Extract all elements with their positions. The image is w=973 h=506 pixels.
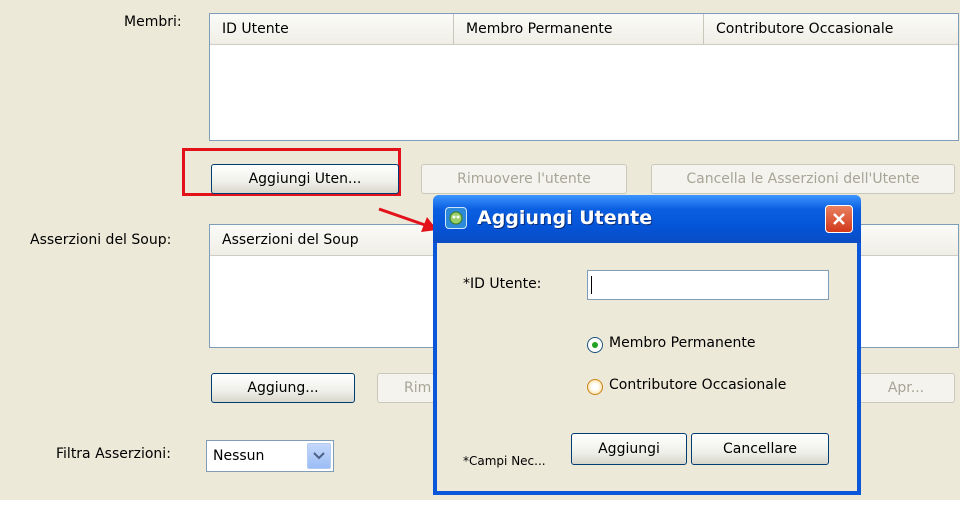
add-assertion-button[interactable]: Aggiung...	[211, 373, 355, 403]
radio-permanent-member-label[interactable]: Membro Permanente	[609, 335, 755, 351]
filter-select[interactable]: Nessun	[206, 440, 334, 472]
clear-user-assertions-button[interactable]: Cancella le Asserzioni dell'Utente	[651, 164, 955, 194]
add-user-button[interactable]: Aggiungi Uten...	[211, 164, 399, 194]
assertions-label: Asserzioni del Soup:	[30, 232, 172, 248]
user-id-label: *ID Utente:	[463, 276, 542, 292]
user-id-field[interactable]	[587, 270, 829, 300]
column-user-id[interactable]: ID Utente	[210, 14, 454, 44]
filter-label: Filtra Asserzioni:	[56, 446, 171, 462]
open-assertion-button[interactable]: Apr...	[857, 373, 955, 403]
required-fields-note: *Campi Nec...	[463, 454, 546, 468]
dialog-body: *ID Utente: Membro Permanente Contributo…	[437, 243, 857, 491]
dialog-title: Aggiungi Utente	[477, 207, 653, 229]
members-table-header: ID Utente Membro Permanente Contributore…	[210, 14, 958, 45]
dialog-cancel-button[interactable]: Cancellare	[691, 433, 829, 465]
column-permanent-member[interactable]: Membro Permanente	[454, 14, 704, 44]
column-occasional-contributor[interactable]: Contributore Occasionale	[704, 14, 956, 44]
radio-occasional-contributor-label[interactable]: Contributore Occasionale	[609, 377, 786, 393]
remove-assertion-button[interactable]: Rim	[377, 373, 437, 403]
members-table[interactable]: ID Utente Membro Permanente Contributore…	[209, 13, 959, 141]
app-icon	[445, 207, 467, 229]
radio-permanent-member[interactable]	[587, 337, 603, 353]
members-label: Membri:	[124, 14, 182, 30]
text-caret	[591, 276, 592, 294]
close-icon[interactable]	[825, 205, 853, 233]
chevron-down-icon[interactable]	[307, 443, 331, 469]
add-user-dialog: Aggiungi Utente *ID Utente: Membro Perma…	[433, 195, 861, 495]
remove-user-button[interactable]: Rimuovere l'utente	[421, 164, 627, 194]
dialog-add-button[interactable]: Aggiungi	[571, 433, 687, 465]
filter-select-value: Nessun	[213, 448, 265, 464]
radio-occasional-contributor[interactable]	[587, 379, 603, 395]
dialog-titlebar[interactable]: Aggiungi Utente	[433, 195, 861, 243]
